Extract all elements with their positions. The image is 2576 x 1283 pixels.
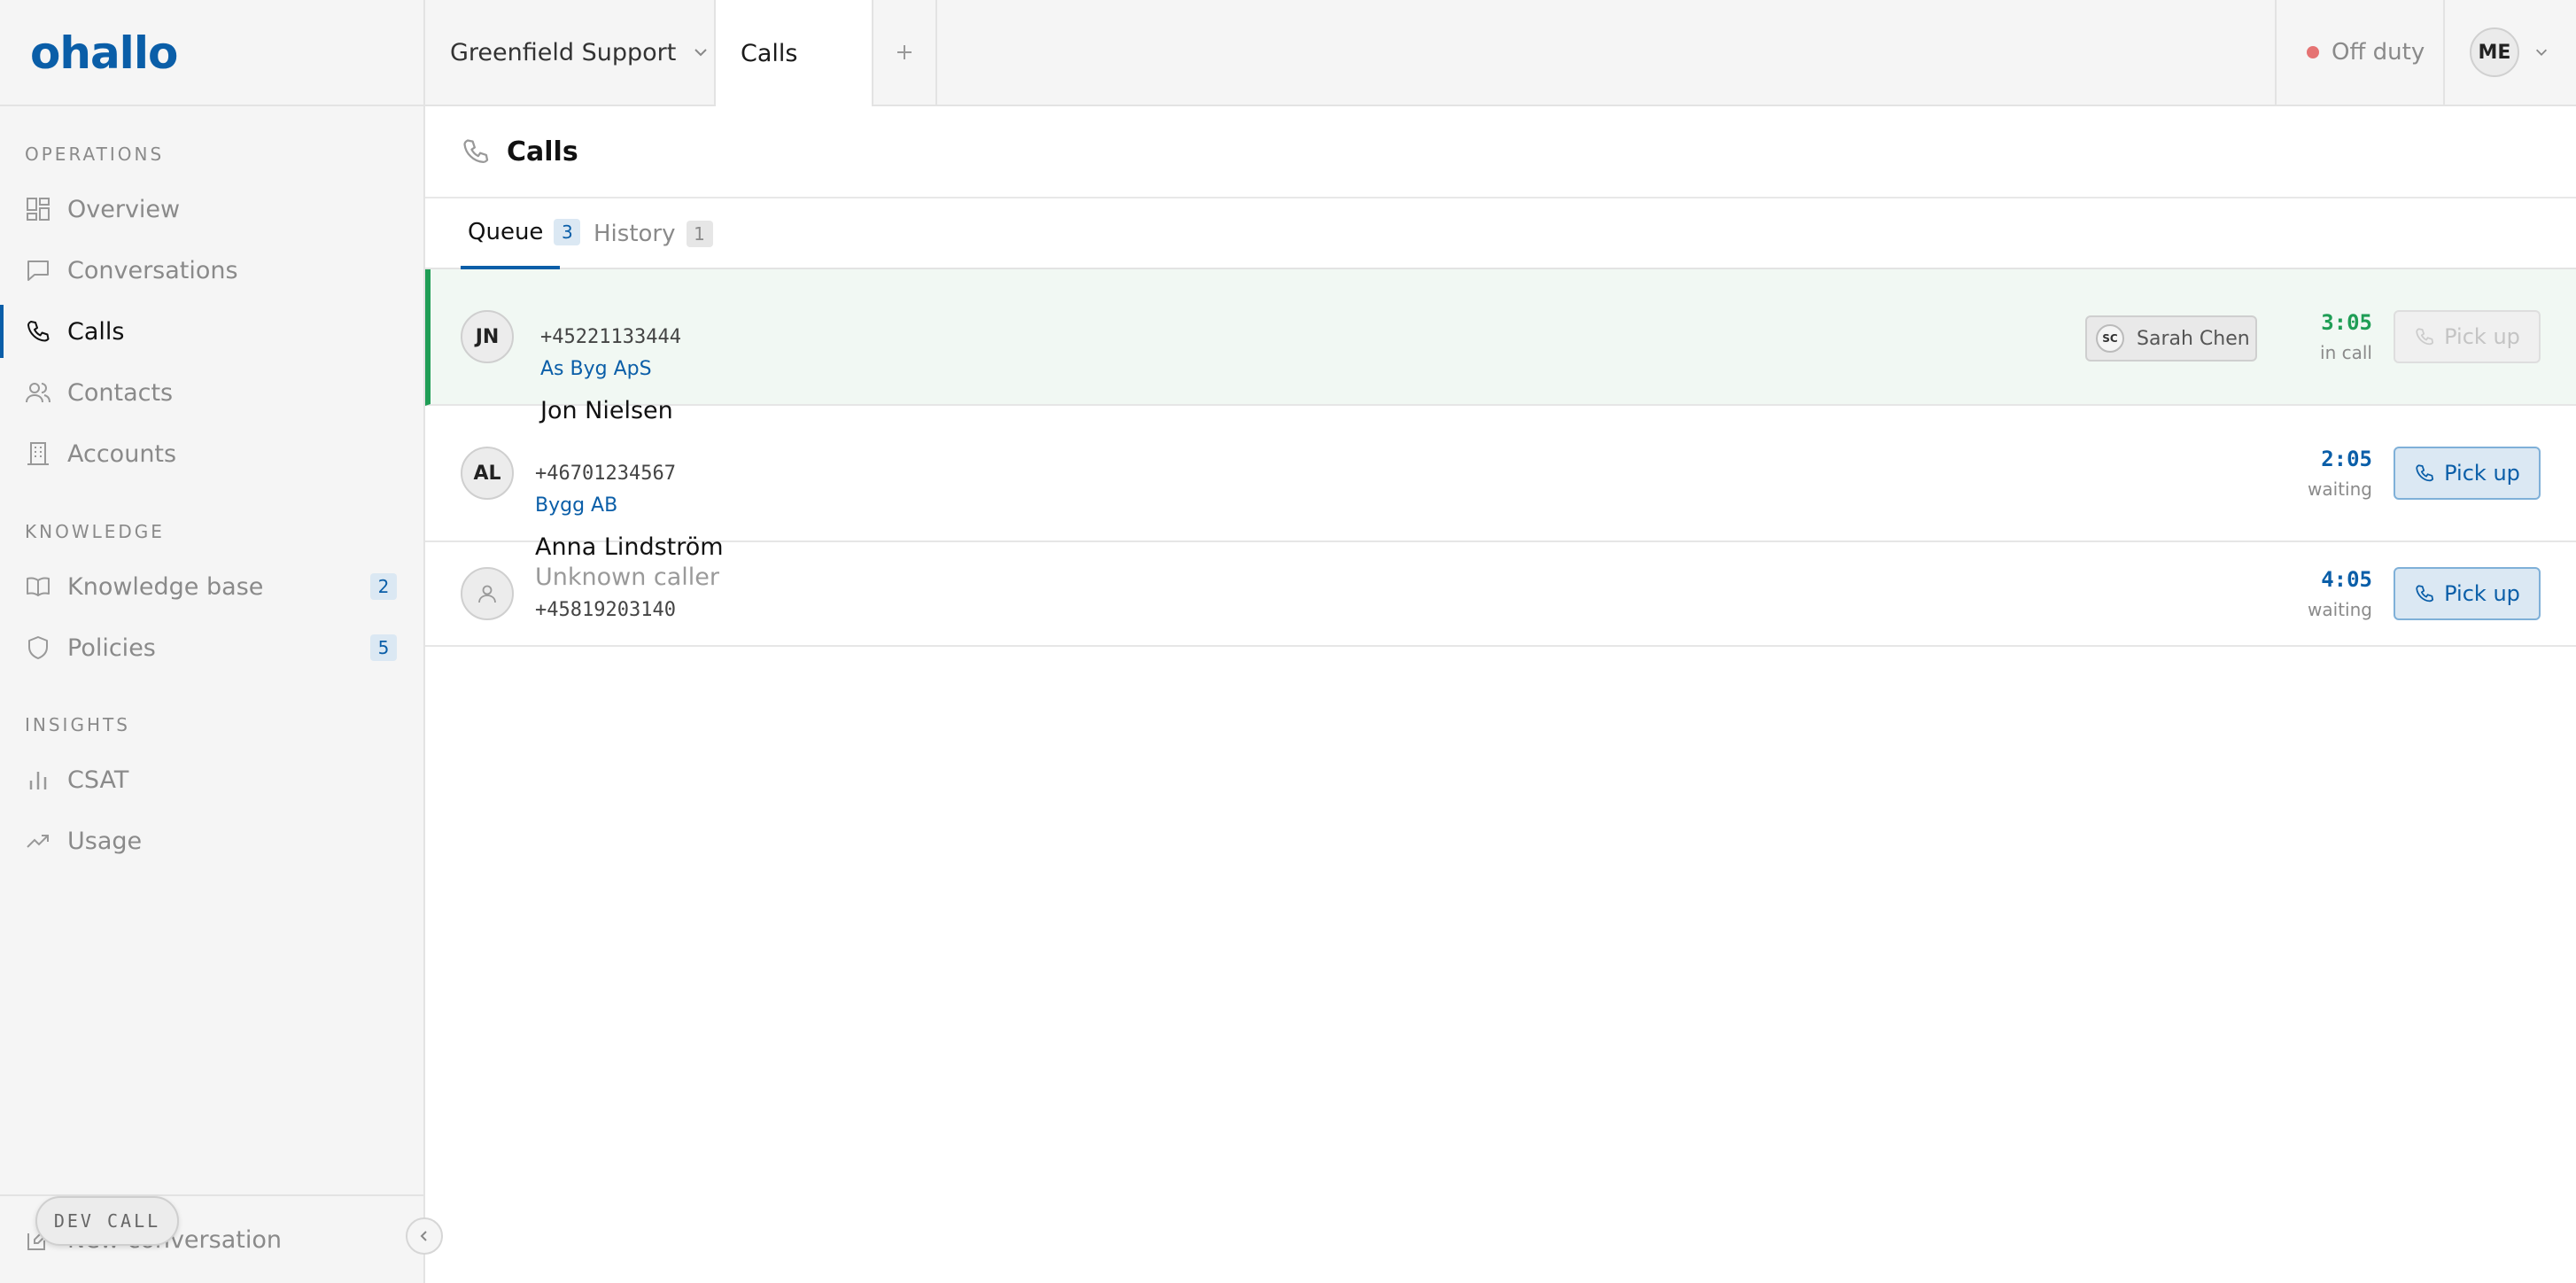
- plus-icon: [897, 45, 912, 59]
- sidebar-item-label: CSAT: [67, 766, 129, 794]
- status-dot-icon: [2307, 46, 2319, 58]
- main-content: Calls Queue 3 History 1 JN Jon Nielsen +…: [425, 106, 2576, 1283]
- user-avatar: ME: [2470, 27, 2519, 77]
- call-timer: 2:05: [2321, 447, 2372, 471]
- page-title: Calls: [507, 136, 578, 167]
- workspace-switcher[interactable]: Greenfield Support: [423, 0, 716, 105]
- phone-icon: [2416, 328, 2434, 346]
- sidebar-item-contacts[interactable]: Contacts: [0, 366, 423, 419]
- caller-phone: +45221133444: [540, 326, 681, 348]
- caller-name: Unknown caller: [535, 564, 720, 591]
- queue-count-badge: 3: [554, 219, 581, 245]
- pick-up-label: Pick up: [2444, 461, 2520, 486]
- phone-icon: [27, 321, 50, 342]
- history-count-badge: 1: [686, 221, 713, 247]
- pick-up-label: Pick up: [2444, 581, 2520, 606]
- sidebar-item-label: Conversations: [67, 256, 238, 284]
- building-icon: [27, 442, 49, 465]
- call-state: in call: [2320, 342, 2372, 363]
- grid-icon: [27, 198, 50, 221]
- chevron-down-icon: [694, 49, 708, 57]
- sidebar-item-policies[interactable]: Policies 5: [0, 621, 423, 674]
- caller-avatar: JN: [461, 310, 514, 363]
- book-icon: [27, 577, 50, 596]
- tab-history[interactable]: History 1: [594, 198, 713, 269]
- sidebar-item-overview[interactable]: Overview: [0, 183, 423, 236]
- phone-icon: [463, 139, 489, 164]
- pick-up-label: Pick up: [2444, 324, 2520, 349]
- tab-label: History: [594, 221, 676, 247]
- tab-label: Queue: [468, 219, 544, 245]
- call-row[interactable]: Unknown caller +45819203140 4:05 waiting…: [425, 542, 2576, 647]
- caller-company-link[interactable]: As Byg ApS: [540, 358, 652, 380]
- tab-queue[interactable]: Queue 3: [461, 198, 581, 269]
- top-bar: ohallo Greenfield Support Calls Off duty…: [0, 0, 2576, 106]
- sidebar-item-knowledge-base[interactable]: Knowledge base 2: [0, 560, 423, 613]
- call-state: waiting: [2308, 478, 2372, 500]
- chat-icon: [27, 260, 49, 281]
- dev-call-button[interactable]: DEV CALL: [35, 1196, 179, 1246]
- app-logo[interactable]: ohallo: [30, 27, 178, 80]
- collapse-sidebar-button[interactable]: [406, 1217, 443, 1255]
- caller-avatar: AL: [461, 447, 514, 500]
- sidebar-footer: New conversation DEV CALL: [0, 1194, 423, 1283]
- call-row[interactable]: JN Jon Nielsen +45221133444 As Byg ApS S…: [425, 269, 2576, 424]
- call-timer: 4:05: [2321, 567, 2372, 592]
- pick-up-button[interactable]: Pick up: [2394, 567, 2541, 620]
- sidebar-item-calls[interactable]: Calls: [0, 305, 423, 358]
- add-tab-button[interactable]: [873, 0, 937, 105]
- section-title-knowledge: KNOWLEDGE: [25, 521, 165, 542]
- phone-icon: [2416, 585, 2434, 603]
- caller-phone: +46701234567: [535, 463, 676, 485]
- workspace-name: Greenfield Support: [450, 38, 677, 66]
- users-icon: [26, 383, 50, 403]
- bar-chart-icon: [29, 772, 47, 789]
- sidebar-item-conversations[interactable]: Conversations: [0, 244, 423, 297]
- duty-status-toggle[interactable]: Off duty: [2275, 0, 2445, 105]
- policies-count-badge: 5: [370, 634, 397, 661]
- agent-name: Sarah Chen: [2137, 327, 2250, 350]
- sidebar-item-label: Usage: [67, 827, 143, 855]
- call-timer: 3:05: [2321, 310, 2372, 335]
- caller-phone: +45819203140: [535, 599, 676, 621]
- pick-up-button[interactable]: Pick up: [2394, 310, 2541, 363]
- call-row[interactable]: AL Anna Lindström +46701234567 Bygg AB 2…: [425, 406, 2576, 561]
- trend-icon: [27, 835, 49, 848]
- section-title-operations: OPERATIONS: [25, 144, 165, 165]
- open-tab-calls[interactable]: Calls: [716, 0, 873, 106]
- sidebar-item-label: Accounts: [67, 439, 177, 468]
- sidebar-item-label: Policies: [67, 634, 156, 662]
- caller-company-link[interactable]: Bygg AB: [535, 494, 617, 517]
- assigned-agent-chip: SC Sarah Chen: [2085, 315, 2257, 362]
- agent-avatar: SC: [2096, 324, 2124, 353]
- sidebar: OPERATIONS Overview Conversations Calls …: [0, 106, 425, 1283]
- sidebar-item-label: Calls: [67, 317, 125, 346]
- sidebar-item-label: Contacts: [67, 378, 174, 407]
- call-state: waiting: [2308, 599, 2372, 620]
- shield-icon: [28, 636, 48, 659]
- caller-avatar: [461, 567, 514, 620]
- calls-tabs: Queue 3 History 1: [425, 198, 2576, 269]
- sidebar-item-csat[interactable]: CSAT: [0, 753, 423, 806]
- sidebar-item-usage[interactable]: Usage: [0, 814, 423, 867]
- knowledge-base-count-badge: 2: [370, 573, 397, 600]
- open-tab-label: Calls: [741, 39, 798, 67]
- pick-up-button[interactable]: Pick up: [2394, 447, 2541, 500]
- section-title-insights: INSIGHTS: [25, 714, 130, 735]
- sidebar-item-accounts[interactable]: Accounts: [0, 427, 423, 480]
- chevron-down-icon: [2535, 49, 2548, 56]
- duty-status-label: Off duty: [2332, 39, 2425, 66]
- person-icon: [478, 585, 496, 603]
- phone-icon: [2416, 464, 2434, 482]
- page-header: Calls: [425, 106, 2576, 198]
- user-menu[interactable]: ME: [2447, 0, 2576, 105]
- sidebar-item-label: Knowledge base: [67, 572, 264, 601]
- sidebar-item-label: Overview: [67, 195, 181, 223]
- chevron-left-icon: [420, 1231, 427, 1241]
